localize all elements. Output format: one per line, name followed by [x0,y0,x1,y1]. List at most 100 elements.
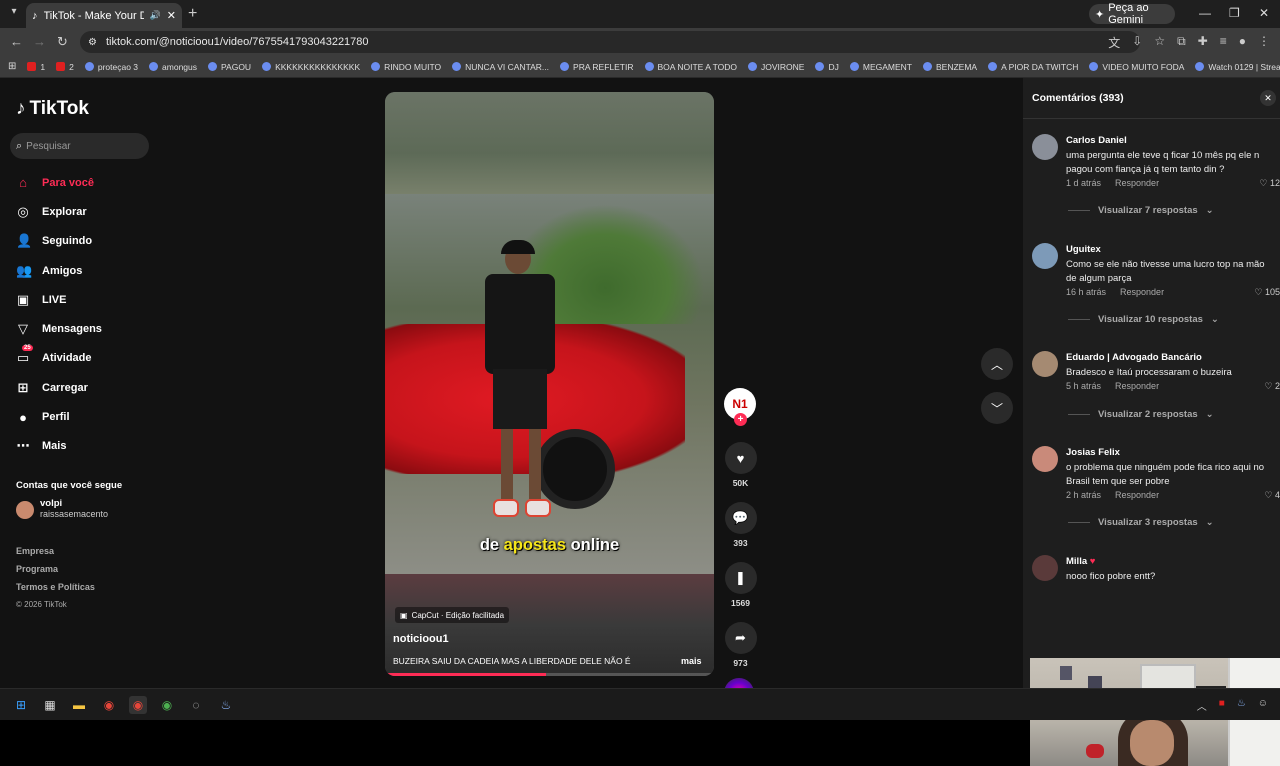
chrome-active-icon[interactable]: ◉ [129,696,147,714]
translate-icon[interactable]: 文 [1108,34,1120,51]
comment-like-button[interactable]: ♡ 12 [1259,178,1280,189]
footer-link-company[interactable]: Empresa [16,546,95,564]
sidebar-item-following[interactable]: 👤 Seguindo [16,227,102,256]
address-bar[interactable]: ⚙ tiktok.com/@noticioou1/video/767554179… [80,31,1140,53]
gemini-button[interactable]: ✦ Peça ao Gemini [1089,2,1175,26]
bookmark[interactable]: Watch 0129 | Strea... [1195,62,1280,72]
sidebar-item-profile[interactable]: ● Perfil [16,402,102,431]
video-player[interactable]: de apostas online ▣ CapCut · Edição faci… [385,92,714,676]
reload-icon[interactable]: ↻ [57,34,68,50]
close-window-icon[interactable]: ✕ [1259,6,1269,20]
video-author[interactable]: noticioou1 [393,633,449,645]
browser-tab[interactable]: ♪ TikTok - Make Your Day 🔊 ✕ [26,3,182,28]
footer-link-terms[interactable]: Termos e Políticas [16,582,95,600]
bookmark[interactable]: 2 [56,62,74,72]
menu-icon[interactable]: ⋮ [1258,34,1270,51]
bookmark-star-icon[interactable]: ☆ [1154,34,1165,51]
bookmark[interactable]: 1 [27,62,45,72]
windows-start-icon[interactable]: ⊞ [12,696,30,714]
reply-button[interactable]: Responder [1115,381,1159,391]
share-button[interactable]: ➦ [724,622,757,654]
bookmark[interactable]: PAGOU [208,62,251,72]
tray-app-icon[interactable]: ♨ [1237,698,1246,713]
save-button[interactable]: ❚ [724,562,757,594]
site-info-icon[interactable]: ⚙ [88,37,97,48]
view-replies-button[interactable]: Visualizar 7 respostas ⌄ [1068,205,1214,216]
bookmark[interactable]: BENZEMA [923,62,977,72]
sidebar-item-upload[interactable]: ⊞ Carregar [16,373,102,402]
maximize-icon[interactable]: ❐ [1229,6,1240,20]
search-input[interactable]: ⌕ Pesquisar [10,133,149,159]
capcut-tag[interactable]: ▣ CapCut · Edição facilitada [395,607,510,623]
media-icon[interactable]: ≡ [1220,34,1227,51]
comment-author[interactable]: Uguitex [1066,244,1101,255]
close-tab-icon[interactable]: ✕ [167,9,176,22]
previous-video-button[interactable]: ︿ [981,348,1013,380]
bookmark[interactable]: BOA NOITE A TODO [644,62,737,72]
follow-plus-icon[interactable]: + [734,413,747,426]
file-explorer-icon[interactable]: ▬ [70,696,88,714]
back-icon[interactable]: ← [10,34,23,49]
calculator-icon[interactable]: ▦ [41,696,59,714]
bookmark[interactable]: proteçao 3 [84,62,138,72]
bookmark[interactable]: MEGAMENT [849,62,912,72]
view-replies-button[interactable]: Visualizar 2 respostas ⌄ [1068,409,1214,420]
tiktok-logo[interactable]: ♪ TikTok [16,98,89,120]
comment-button[interactable]: 💬 [724,502,757,534]
bookmark[interactable]: JOVIRONE [748,62,804,72]
app-icon[interactable]: ◌ [187,696,205,714]
audio-icon[interactable]: 🔊 [150,10,161,21]
bookmark[interactable]: VIDEO MUITO FODA [1089,62,1184,72]
bookmark[interactable]: DJ [815,62,839,72]
chrome-icon[interactable]: ◉ [100,696,118,714]
reply-button[interactable]: Responder [1115,178,1159,188]
tray-expand-icon[interactable]: ︿ [1197,698,1207,713]
bookmark[interactable]: RINDO MUITO [371,62,441,72]
avatar[interactable] [1032,351,1058,377]
comment-author[interactable]: Milla ♥ [1066,556,1095,567]
sidebar-item-explore[interactable]: ◎ Explorar [16,197,102,226]
bookmark[interactable]: PRA REFLETIR [560,62,634,72]
view-replies-button[interactable]: Visualizar 3 respostas ⌄ [1068,517,1214,528]
comment-like-button[interactable]: ♡ 4 [1264,490,1280,501]
comment-like-button[interactable]: ♡ 105 [1254,287,1280,298]
profile-avatar-icon[interactable]: ● [1239,34,1246,51]
forward-icon[interactable]: → [33,34,46,49]
sidebar-item-messages[interactable]: ▽ Mensagens [16,314,102,343]
bookmark[interactable]: NUNCA VI CANTAR... [452,62,549,72]
followed-account[interactable]: volpi raissasemacento [16,498,108,519]
more-button[interactable]: mais [681,656,702,666]
reply-button[interactable]: Responder [1120,287,1164,297]
steam-icon[interactable]: ♨ [217,696,235,714]
comment-like-button[interactable]: ♡ 2 [1264,381,1280,392]
sidebar-item-more[interactable]: ⋯ Mais [16,432,102,461]
new-tab-button[interactable]: + [188,5,197,23]
like-button[interactable]: ♥ [724,442,757,474]
discord-icon[interactable]: ☺ [1258,698,1268,713]
sidebar-item-live[interactable]: ▣ LIVE [16,285,102,314]
tab-search-icon[interactable]: ▾ [6,6,22,22]
comment-author[interactable]: Eduardo | Advogado Bancário [1066,352,1202,363]
avatar[interactable] [1032,554,1058,581]
minimize-icon[interactable]: — [1199,6,1211,20]
video-progress-bar[interactable] [385,673,714,676]
sidebar-item-friends[interactable]: 👥 Amigos [16,256,102,285]
extension-icon[interactable]: ⧉ [1177,34,1186,51]
reply-button[interactable]: Responder [1115,490,1159,500]
bookmark[interactable]: amongus [149,62,197,72]
next-video-button[interactable]: ﹀ [981,392,1013,424]
install-icon[interactable]: ⇩ [1132,34,1142,51]
avatar[interactable] [1032,446,1058,472]
puzzle-icon[interactable]: ✚ [1198,34,1208,51]
chrome-profile-icon[interactable]: ◉ [158,696,176,714]
sidebar-item-for-you[interactable]: ⌂ Para você [16,168,102,197]
view-replies-button[interactable]: Visualizar 10 respostas ⌄ [1068,314,1219,325]
bookmark[interactable]: A PIOR DA TWITCH [988,62,1078,72]
sidebar-item-activity[interactable]: ▭ 25 Atividade [16,344,102,373]
comment-author[interactable]: Josias Felix [1066,447,1120,458]
creator-avatar[interactable]: N1 + [724,388,756,426]
apps-grid-icon[interactable]: ⊞ [8,61,16,72]
comment-author[interactable]: Carlos Daniel [1066,135,1127,146]
bookmark[interactable]: KKKKKKKKKKKKKKK [262,62,360,72]
footer-link-program[interactable]: Programa [16,564,95,582]
